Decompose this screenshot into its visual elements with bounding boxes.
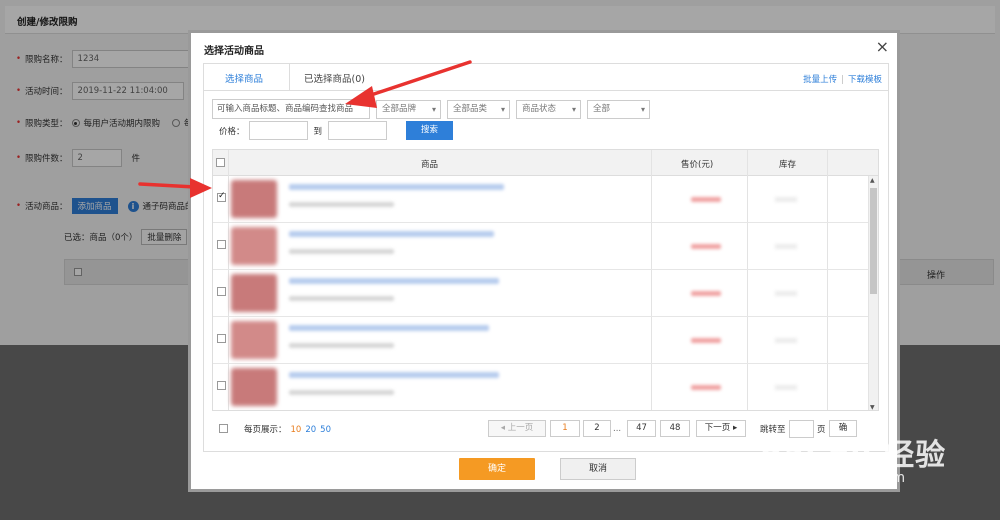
baidu-watermark: Bai du 经验 jingyan.baidu.com <box>760 438 947 486</box>
annotation-arrow-search <box>345 60 472 108</box>
annotation-arrow-checkbox <box>138 178 212 198</box>
